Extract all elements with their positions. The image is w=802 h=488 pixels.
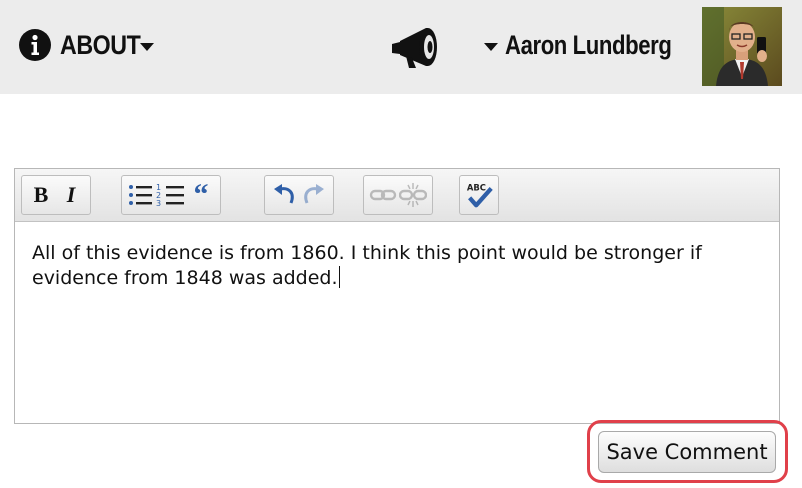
text-cursor xyxy=(338,266,341,288)
undo-button[interactable] xyxy=(269,180,299,210)
bulleted-list-icon xyxy=(129,185,152,205)
toolbar-group-format: B I xyxy=(21,175,91,215)
user-name: Aaron Lundberg xyxy=(505,30,672,60)
editor-toolbar: B I 1 2 3 “ ABC xyxy=(15,169,779,222)
toolbar-group-history xyxy=(264,175,334,215)
italic-icon: I xyxy=(66,182,76,207)
comment-editor: B I 1 2 3 “ ABC All of this evidence is … xyxy=(14,168,780,424)
redo-icon xyxy=(304,184,324,204)
info-circle-icon xyxy=(19,29,51,61)
top-bar: ABOUT Aaron Lundberg xyxy=(0,0,802,94)
comment-textarea[interactable]: All of this evidence is from 1860. I thi… xyxy=(15,221,779,423)
user-avatar[interactable] xyxy=(702,7,782,86)
unlink-icon xyxy=(399,183,427,207)
spellcheck-icon: ABC xyxy=(467,182,493,208)
italic-button[interactable]: I xyxy=(56,180,86,210)
toolbar-group-links xyxy=(363,175,433,215)
spellcheck-label: ABC xyxy=(467,182,486,192)
blockquote-button[interactable]: “ xyxy=(186,180,216,210)
toolbar-group-spellcheck: ABC xyxy=(459,175,499,215)
toolbar-group-lists: 1 2 3 “ xyxy=(121,175,221,215)
svg-text:3: 3 xyxy=(156,199,161,208)
user-menu[interactable]: Aaron Lundberg xyxy=(484,30,708,61)
about-label: ABOUT xyxy=(60,29,141,60)
caret-down-icon xyxy=(484,42,498,51)
blockquote-icon: “ xyxy=(193,178,209,211)
save-comment-button[interactable]: Save Comment xyxy=(598,431,776,473)
save-button-highlight: Save Comment xyxy=(587,420,788,483)
undo-icon xyxy=(274,184,294,204)
bold-button[interactable]: B xyxy=(26,180,56,210)
link-button[interactable] xyxy=(368,180,398,210)
bold-icon: B xyxy=(33,182,49,207)
comment-text: All of this evidence is from 1860. I thi… xyxy=(32,242,702,289)
about-menu[interactable]: ABOUT xyxy=(18,28,154,62)
redo-button[interactable] xyxy=(299,180,329,210)
spellcheck-button[interactable]: ABC xyxy=(464,180,494,210)
numbered-list-button[interactable]: 1 2 3 xyxy=(156,180,186,210)
megaphone-icon[interactable] xyxy=(390,24,442,70)
numbered-list-icon: 1 2 3 xyxy=(156,183,184,208)
caret-down-icon xyxy=(139,43,154,51)
unlink-button[interactable] xyxy=(398,180,428,210)
bulleted-list-button[interactable] xyxy=(126,180,156,210)
link-icon xyxy=(369,189,397,201)
